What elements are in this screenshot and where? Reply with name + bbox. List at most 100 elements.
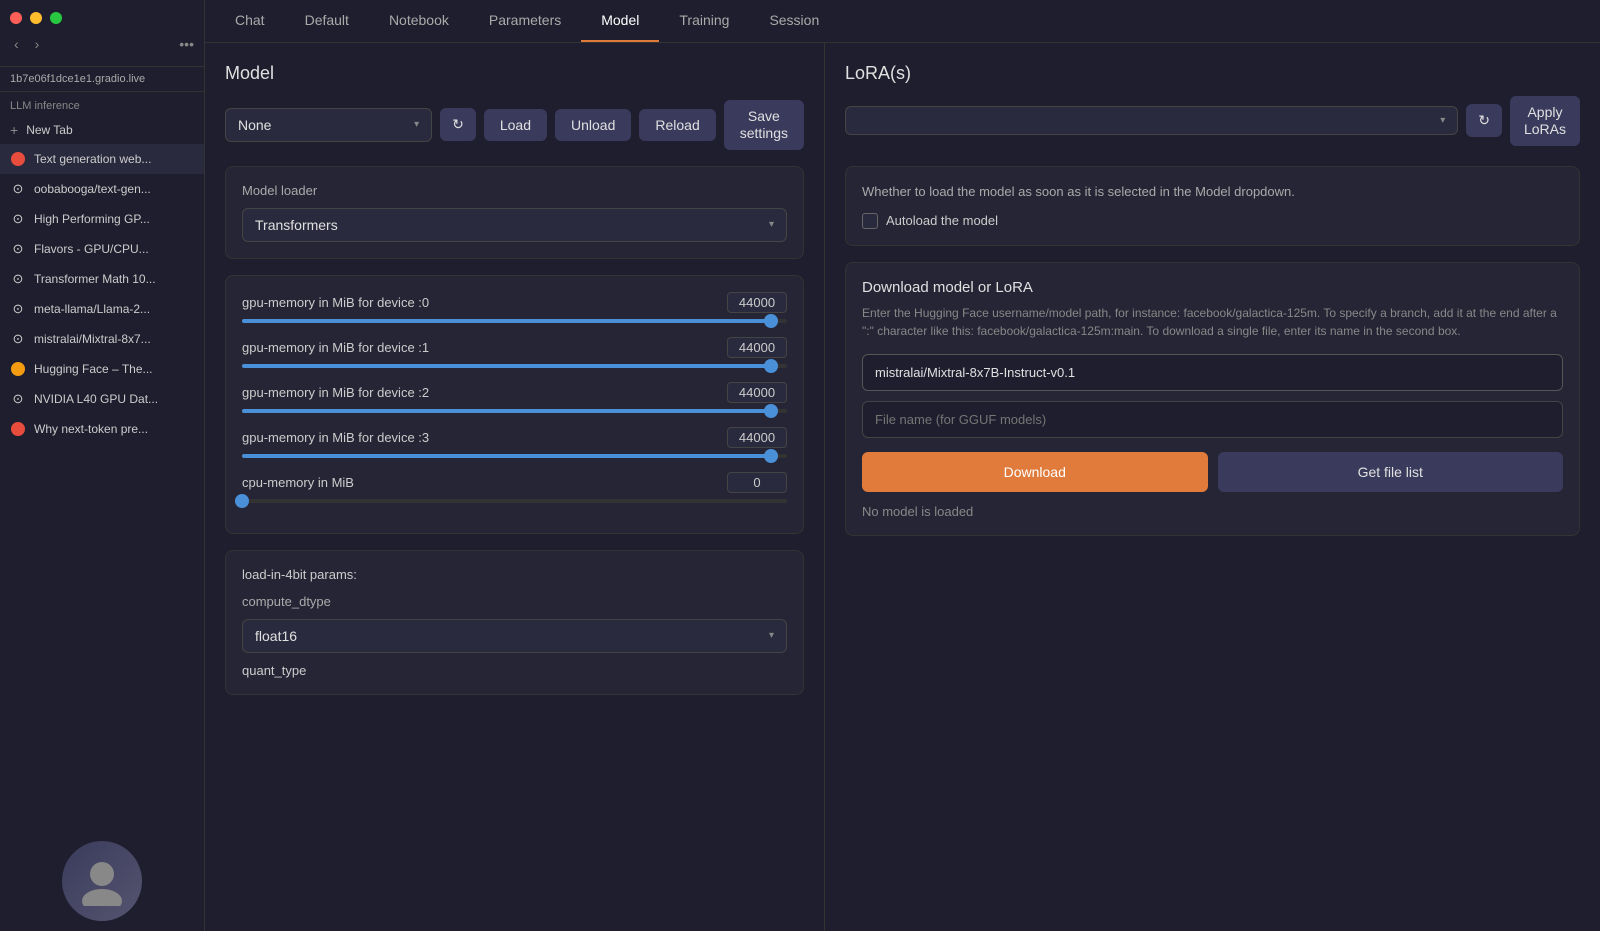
save-settings-button[interactable]: Save settings [724,100,804,150]
sidebar-item-transformer-math[interactable]: ⊙ Transformer Math 10... [0,264,204,294]
download-title: Download model or LoRA [862,279,1563,296]
model-dropdown[interactable]: None ▾ [225,108,432,142]
gpu3-value[interactable]: 44000 [727,427,787,448]
tab-parameters[interactable]: Parameters [469,0,581,42]
unload-button[interactable]: Unload [555,109,631,141]
sidebar-item-label: NVIDIA L40 GPU Dat... [34,392,158,406]
cpu-track[interactable] [242,499,787,503]
forward-button[interactable]: › [31,34,44,54]
back-button[interactable]: ‹ [10,34,23,54]
sidebar-item-why-next[interactable]: Why next-token pre... [0,414,204,444]
refresh-icon: ↻ [1478,112,1490,128]
github-icon: ⊙ [10,331,26,347]
apply-loras-button[interactable]: Apply LoRAs [1510,96,1580,146]
cpu-thumb[interactable] [235,494,249,508]
sidebar-item-oobabooga[interactable]: ⊙ oobabooga/text-gen... [0,174,204,204]
compute-dtype-value: float16 [255,628,297,644]
sidebar: ‹ › ••• 1b7e06f1dce1e1.gradio.live LLM i… [0,0,205,931]
window-controls [10,12,194,24]
tab-default[interactable]: Default [285,0,369,42]
lora-dropdown[interactable]: ▾ [845,106,1458,135]
cpu-value[interactable]: 0 [727,472,787,493]
cpu-slider-row: cpu-memory in MiB 0 [242,472,787,503]
gpu1-label: gpu-memory in MiB for device :1 [242,340,429,355]
new-tab-label: New Tab [26,123,72,137]
sidebar-item-nvidia[interactable]: ⊙ NVIDIA L40 GPU Dat... [0,384,204,414]
lora-row: ▾ ↻ Apply LoRAs [845,96,1580,146]
model-path-input[interactable] [862,354,1563,391]
sidebar-item-label: Transformer Math 10... [34,272,156,286]
gpu1-fill [242,364,771,368]
gpu2-track[interactable] [242,409,787,413]
gpu1-track[interactable] [242,364,787,368]
github-icon: ⊙ [10,181,26,197]
tab-chat[interactable]: Chat [215,0,285,42]
gpu0-thumb[interactable] [764,314,778,328]
tab-notebook[interactable]: Notebook [369,0,469,42]
sidebar-item-label: High Performing GP... [34,212,150,226]
sidebar-item-label: oobabooga/text-gen... [34,182,151,196]
sidebar-item-meta-llama[interactable]: ⊙ meta-llama/Llama-2... [0,294,204,324]
tab-session[interactable]: Session [749,0,839,42]
refresh-lora-button[interactable]: ↻ [1466,104,1502,137]
download-description: Enter the Hugging Face username/model pa… [862,304,1563,340]
loader-dropdown[interactable]: Transformers ▾ [242,208,787,242]
sidebar-top: ‹ › ••• [0,0,204,67]
main-content: Chat Default Notebook Parameters Model T… [205,0,1600,931]
new-tab-button[interactable]: + New Tab [0,116,204,144]
reload-button[interactable]: Reload [639,109,715,141]
gpu1-thumb[interactable] [764,359,778,373]
gpu2-label: gpu-memory in MiB for device :2 [242,385,429,400]
gpu1-slider-row: gpu-memory in MiB for device :1 44000 [242,337,787,368]
download-buttons-row: Download Get file list [862,452,1563,492]
compute-dtype-label: compute_dtype [242,594,787,609]
gpu2-thumb[interactable] [764,404,778,418]
sidebar-item-hugging-face[interactable]: Hugging Face – The... [0,354,204,384]
chevron-down-icon: ▾ [1440,115,1445,126]
model-loader-section: Model loader Transformers ▾ [225,166,804,259]
github-icon: ⊙ [10,271,26,287]
gpu1-value[interactable]: 44000 [727,337,787,358]
tab-training[interactable]: Training [659,0,749,42]
gpu2-slider-row: gpu-memory in MiB for device :2 44000 [242,382,787,413]
file-name-input[interactable] [862,401,1563,438]
autoload-label: Autoload the model [886,213,998,228]
get-file-list-button[interactable]: Get file list [1218,452,1564,492]
download-button[interactable]: Download [862,452,1208,492]
tab-model[interactable]: Model [581,0,659,42]
autoload-checkbox[interactable] [862,213,878,229]
load-button[interactable]: Load [484,109,547,141]
autoload-checkbox-row[interactable]: Autoload the model [862,213,1563,229]
minimize-window-btn[interactable] [30,12,42,24]
chevron-down-icon: ▾ [414,119,419,130]
circle-icon [10,361,26,377]
gpu3-thumb[interactable] [764,449,778,463]
maximize-window-btn[interactable] [50,12,62,24]
more-button[interactable]: ••• [179,36,194,52]
github-icon: ⊙ [10,391,26,407]
gpu0-fill [242,319,771,323]
memory-sliders-section: gpu-memory in MiB for device :0 44000 gp… [225,275,804,534]
gpu0-value[interactable]: 44000 [727,292,787,313]
sidebar-item-high-perf[interactable]: ⊙ High Performing GP... [0,204,204,234]
close-window-btn[interactable] [10,12,22,24]
gpu3-track[interactable] [242,454,787,458]
sidebar-item-label: meta-llama/Llama-2... [34,302,150,316]
compute-dtype-dropdown[interactable]: float16 ▾ [242,619,787,653]
refresh-model-button[interactable]: ↻ [440,108,476,141]
model-selected-value: None [238,117,271,133]
chevron-down-icon: ▾ [769,219,774,230]
gpu3-slider-row: gpu-memory in MiB for device :3 44000 [242,427,787,458]
gpu0-track[interactable] [242,319,787,323]
gpu2-value[interactable]: 44000 [727,382,787,403]
load-4bit-title: load-in-4bit params: [242,567,787,582]
sidebar-item-label: Why next-token pre... [34,422,148,436]
avatar [62,841,142,921]
loader-selected-value: Transformers [255,217,338,233]
download-section: Download model or LoRA Enter the Hugging… [845,262,1580,536]
sidebar-item-flavors[interactable]: ⊙ Flavors - GPU/CPU... [0,234,204,264]
sidebar-item-mistralai[interactable]: ⊙ mistralai/Mixtral-8x7... [0,324,204,354]
model-loader-title: Model loader [242,183,787,198]
sidebar-item-text-gen[interactable]: Text generation web... [0,144,204,174]
circle-icon [10,421,26,437]
